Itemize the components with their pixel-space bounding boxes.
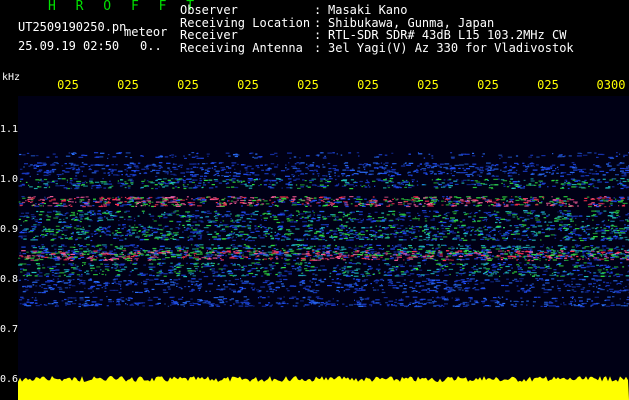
noise-bar (18, 376, 629, 400)
freq-label: 0.6 (0, 374, 19, 385)
info-block: Observer: Masaki Kano Receiving Location:… (180, 4, 574, 54)
time-label: 0300 (596, 78, 626, 92)
freq-label: 1.1 (0, 124, 19, 135)
time-label: 025 (537, 78, 559, 92)
freq-unit-label: kHz (2, 72, 21, 83)
time-label: 025 (237, 78, 259, 92)
extra-indicator: 0.. (140, 39, 162, 53)
datetime: 25.09.19 02:50 (18, 39, 120, 53)
time-label: 025 (57, 78, 79, 92)
time-label: 025 (417, 78, 439, 92)
time-label: 025 (177, 78, 199, 92)
freq-label: 0.8 (0, 274, 19, 285)
time-axis: 025 025 025 025 025 025 025 025 025 0300 (0, 78, 629, 94)
time-label: 025 (297, 78, 319, 92)
mode-label: meteor (124, 25, 168, 39)
time-label: 025 (477, 78, 499, 92)
spectrogram (18, 96, 629, 400)
time-label: 025 (357, 78, 379, 92)
spectrogram-canvas (18, 96, 629, 400)
header: H R O F F T UT2509190250.pn meteor 25.09… (0, 0, 629, 72)
freq-label: 0.7 (0, 324, 19, 335)
app-title: H R O F F T (48, 0, 201, 14)
freq-label: 1.0 (0, 174, 19, 185)
info-row-antenna: Receiving Antenna:3el Yagi(V) Az 330 for… (180, 40, 574, 55)
file-name: UT2509190250.pn (18, 20, 127, 34)
freq-label: 0.9 (0, 224, 19, 235)
time-label: 025 (117, 78, 139, 92)
